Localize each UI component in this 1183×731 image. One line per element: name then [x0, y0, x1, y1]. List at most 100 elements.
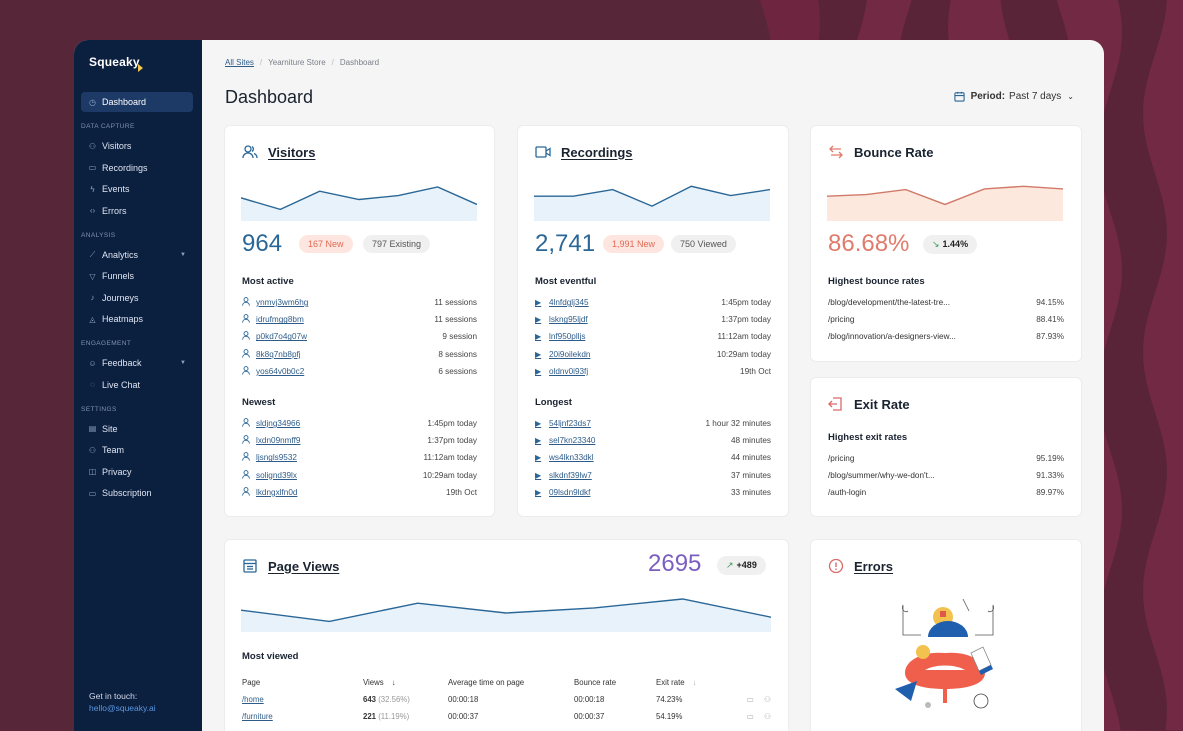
- sparkline-area: [241, 599, 771, 632]
- visitors-icon[interactable]: ⚇: [764, 712, 771, 721]
- column-page[interactable]: Page: [242, 678, 363, 687]
- play-icon: ▶: [535, 453, 542, 463]
- page-path[interactable]: /blog/innovation/a-designers-view...: [828, 332, 956, 341]
- user-icon: [242, 365, 250, 377]
- sidebar-item-subscription[interactable]: ▭ Subscription: [81, 483, 193, 503]
- column-bounce[interactable]: Bounce rate: [574, 678, 656, 687]
- column-views[interactable]: Views ↓: [363, 678, 448, 687]
- recording-link[interactable]: ▶ 4lnfdglj345: [535, 298, 589, 307]
- bounce-arrows-icon: [828, 144, 844, 160]
- app-window: Squeaky ◷ Dashboard DATA CAPTURE ⚇ Visitor…: [74, 40, 1104, 731]
- logo[interactable]: Squeaky: [89, 55, 140, 69]
- list-item: /blog/development/the-latest-tre... 94.15…: [828, 294, 1064, 311]
- sidebar-item-analytics[interactable]: ⟋ Analytics ▼: [81, 245, 193, 265]
- site-icon: ▤: [88, 424, 97, 433]
- recordings-title-link[interactable]: Recordings: [561, 145, 633, 160]
- breadcrumb-site: Yearniture Store: [268, 58, 326, 67]
- bounce-rate: 00:00:18: [574, 695, 605, 704]
- period-selector[interactable]: Period: Past 7 days ⌄: [953, 91, 1074, 102]
- sidebar-item-label: Dashboard: [102, 97, 147, 107]
- recording-link[interactable]: ▶ sel7kn23340: [535, 436, 595, 445]
- page-views-title-link[interactable]: Page Views: [268, 559, 339, 574]
- visitors-icon[interactable]: ⚇: [764, 695, 771, 704]
- funnels-icon: ▽: [89, 271, 96, 281]
- list-item: p0kd7o4g07w 9 session: [242, 328, 477, 345]
- sidebar-item-funnels[interactable]: ▽ Funnels: [81, 266, 193, 286]
- item-value: 11:12am today: [717, 332, 771, 342]
- visitor-link[interactable]: solignd39lx: [242, 469, 297, 481]
- list-item: ljsngls9532 11:12am today: [242, 449, 477, 466]
- sidebar-item-heatmaps[interactable]: ◬ Heatmaps: [81, 309, 193, 329]
- sidebar-item-site[interactable]: ▤ Site: [81, 419, 193, 439]
- visitor-link[interactable]: 8k8q7nb8pfj: [242, 348, 301, 360]
- main-content: All Sites / Yearniture Store / Dashboard Das…: [202, 40, 1104, 731]
- rate-value: 95.19%: [1036, 454, 1064, 464]
- column-avg-time[interactable]: Average time on page: [448, 678, 574, 687]
- sidebar-item-label: Team: [102, 445, 125, 455]
- longest-list: ▶ 54ljnf23ds7 1 hour 32 minutes ▶ sel7kn2334…: [535, 415, 771, 501]
- item-value: 9 session: [442, 332, 477, 342]
- recording-link[interactable]: ▶ ws4lkn33dkl: [535, 453, 594, 462]
- visitor-link[interactable]: sldjng34966: [242, 418, 300, 429]
- page-link[interactable]: /home: [242, 695, 264, 704]
- page-link[interactable]: /furniture: [242, 712, 273, 721]
- visitor-link[interactable]: p0kd7o4g07w: [242, 331, 307, 342]
- play-icon: ▶: [535, 315, 542, 325]
- visitors-sparkline: [241, 186, 477, 221]
- chevron-down-icon[interactable]: ▼: [180, 360, 186, 366]
- visitor-link[interactable]: yos64v0b0c2: [242, 365, 304, 377]
- visitor-link[interactable]: idrufmgg8bm: [242, 314, 304, 325]
- rate-value: 94.15%: [1036, 298, 1064, 308]
- live-chat-icon: ◌: [90, 380, 95, 389]
- page-views-card: Page Views 2695 ↗ +489 Most viewed Page V…: [224, 539, 789, 731]
- recording-link[interactable]: ▶ slkdnf39lw7: [535, 471, 592, 480]
- recording-link[interactable]: ▶ oldnv0i93fj: [535, 367, 588, 376]
- list-item: sldjng34966 1:45pm today: [242, 415, 477, 432]
- errors-title-link[interactable]: Errors: [854, 559, 893, 574]
- sidebar-item-errors[interactable]: ‹› Errors: [81, 201, 193, 221]
- visitor-link[interactable]: lkdngxlfn0d: [242, 486, 297, 498]
- logo-cursor-icon: [138, 64, 143, 72]
- sidebar-item-visitors[interactable]: ⚇ Visitors: [81, 136, 193, 156]
- recordings-card: Recordings 2,741 1,991 New 750 Viewed Mo…: [517, 125, 789, 517]
- video-camera-icon[interactable]: ▭: [747, 695, 754, 704]
- visitors-title-link[interactable]: Visitors: [268, 145, 315, 160]
- visitor-link[interactable]: lxdn09nmff9: [242, 435, 300, 446]
- sidebar-item-events[interactable]: ϟ Events: [81, 179, 193, 199]
- item-value: 44 minutes: [730, 453, 771, 463]
- chevron-down-icon[interactable]: ▼: [180, 252, 186, 258]
- visitor-link[interactable]: ljsngls9532: [242, 452, 297, 463]
- sidebar-item-journeys[interactable]: ♪ Journeys: [81, 288, 193, 308]
- breadcrumb-all-sites[interactable]: All Sites: [225, 58, 254, 67]
- most-active-list: ynmvj3wm6hg 11 sessions idrufmgg8bm 11 sess…: [242, 294, 477, 380]
- video-camera-icon[interactable]: ▭: [747, 712, 754, 721]
- column-exit[interactable]: Exit rate ↓: [656, 678, 736, 687]
- sidebar: Squeaky ◷ Dashboard DATA CAPTURE ⚇ Visitor…: [74, 40, 202, 731]
- page-views-sparkline: [241, 598, 771, 632]
- visitor-link[interactable]: ynmvj3wm6hg: [242, 297, 308, 308]
- page-path[interactable]: /pricing: [828, 315, 854, 324]
- item-value: 6 sessions: [438, 366, 477, 376]
- page-path[interactable]: /blog/summer/why-we-don't...: [828, 471, 935, 480]
- item-id: 20i9oilekdn: [549, 349, 591, 359]
- page-path[interactable]: /blog/development/the-latest-tre...: [828, 298, 950, 307]
- newest-list: sldjng34966 1:45pm today lxdn09nmff9 1:37pm…: [242, 415, 477, 501]
- play-icon: ▶: [535, 487, 542, 497]
- page-path[interactable]: /pricing: [828, 454, 854, 463]
- page-path[interactable]: /auth-login: [828, 488, 866, 497]
- sidebar-item-team[interactable]: ⚇ Team: [81, 440, 193, 460]
- recording-link[interactable]: ▶ 09lsdn9ldkf: [535, 488, 590, 497]
- recording-link[interactable]: ▶ 54ljnf23ds7: [535, 419, 591, 428]
- sidebar-item-feedback[interactable]: ☺ Feedback ▼: [81, 353, 193, 373]
- recordings-icon: ▭: [88, 163, 97, 172]
- recording-link[interactable]: ▶ 20i9oilekdn: [535, 350, 590, 359]
- sidebar-item-dashboard[interactable]: ◷ Dashboard: [81, 92, 193, 112]
- contact-email-link[interactable]: hello@squeaky.ai: [89, 702, 156, 714]
- sidebar-item-recordings[interactable]: ▭ Recordings: [81, 158, 193, 178]
- most-viewed-heading: Most viewed: [242, 651, 299, 662]
- sidebar-item-privacy[interactable]: ◫ Privacy: [81, 462, 193, 482]
- item-id: 09lsdn9ldkf: [549, 487, 591, 497]
- sidebar-item-live-chat[interactable]: ◌ Live Chat: [81, 375, 193, 395]
- recording-link[interactable]: ▶ lskng95ljdf: [535, 315, 588, 324]
- recording-link[interactable]: ▶ lnf950plljs: [535, 332, 585, 341]
